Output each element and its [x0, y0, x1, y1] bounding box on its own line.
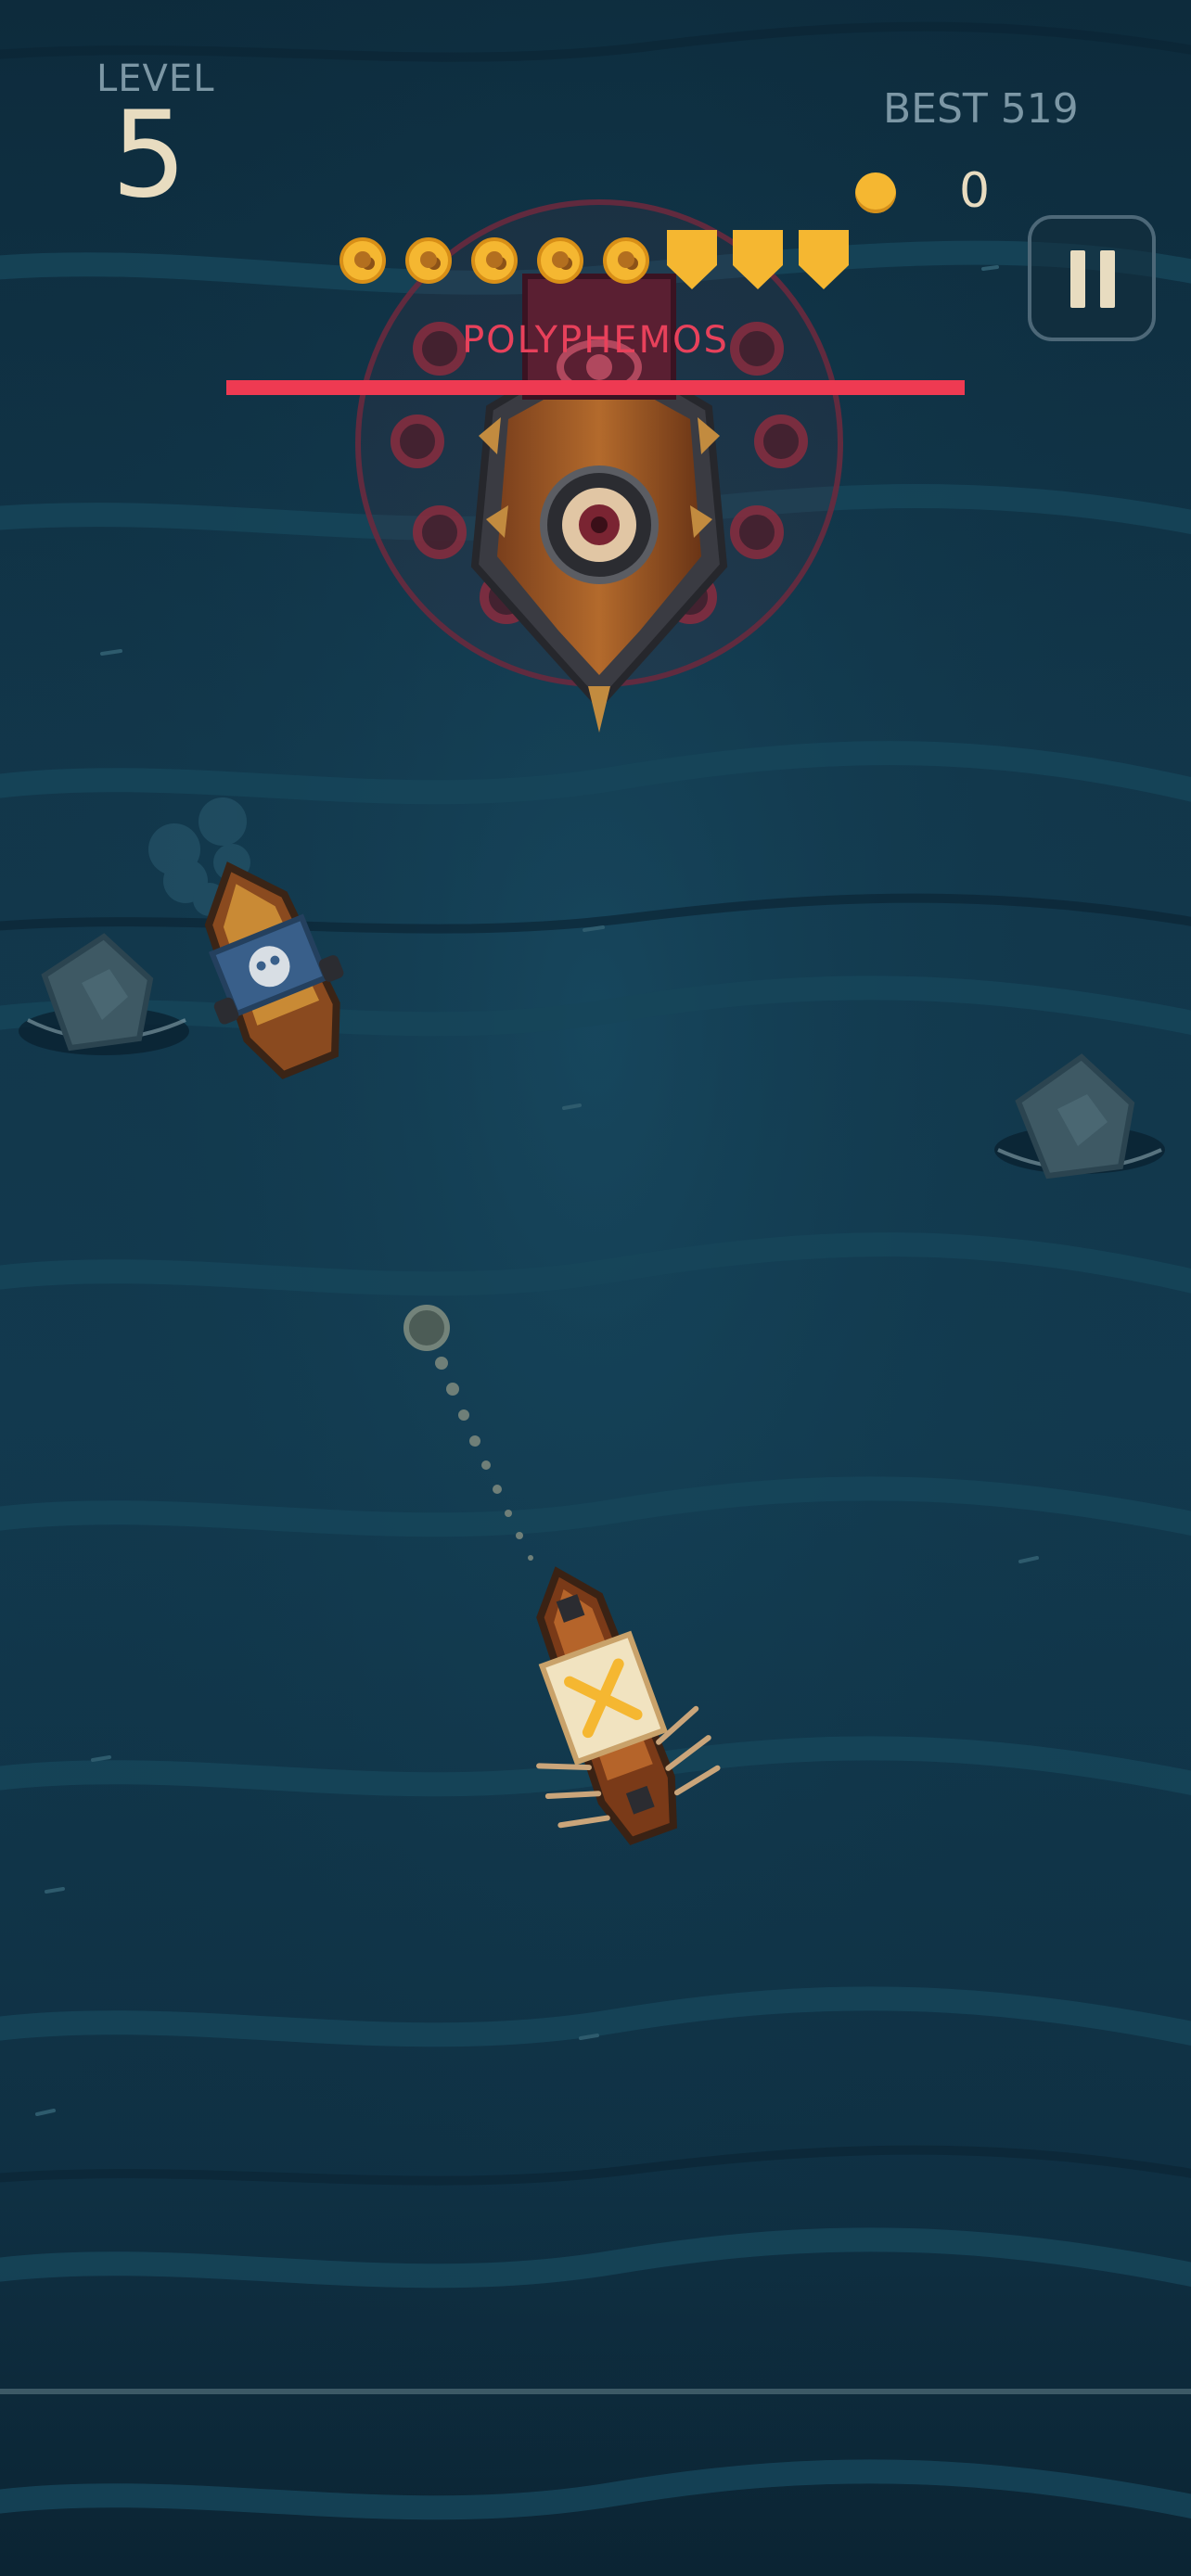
boss-health-bar	[226, 380, 965, 395]
ammo-coin-icon	[537, 237, 583, 284]
boss-health-fill	[226, 380, 965, 395]
shield-icon	[667, 230, 717, 289]
coin-icon	[855, 172, 896, 213]
boss-name: POLYPHEMOS	[462, 319, 729, 362]
shield-icon	[799, 230, 849, 289]
level-number: 5	[111, 86, 187, 224]
coin-count: 0	[959, 163, 991, 219]
game-stage[interactable]: LEVEL 5 BEST 519 0 POLYPHEMOS	[0, 0, 1191, 2576]
boundary-line	[0, 2389, 1191, 2394]
ammo-coin-icon	[603, 237, 649, 284]
ammo-coin-icon	[339, 237, 386, 284]
ammo-coin-icon	[471, 237, 518, 284]
shield-icon	[733, 230, 783, 289]
ammo-coin-icon	[405, 237, 452, 284]
best-score: BEST 519	[883, 85, 1079, 133]
